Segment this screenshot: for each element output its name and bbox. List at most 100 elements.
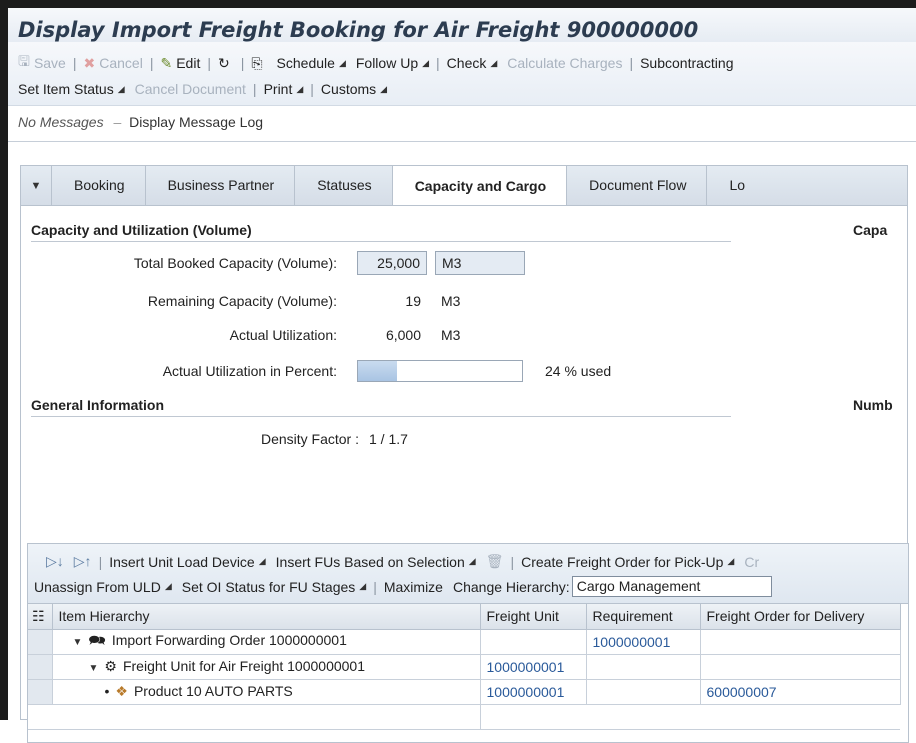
schedule-menu[interactable]: Schedule ◢	[277, 55, 346, 71]
save-label: Save	[33, 55, 66, 71]
capacity-section-title: Capacity and Utilization (Volume)	[31, 222, 252, 238]
table-toolbar: ▷↓ ▷↑ | Insert Unit Load Device ◢ Insert…	[28, 544, 908, 604]
sort-descending-icon[interactable]: ▷↑	[74, 553, 92, 570]
tab-document-flow[interactable]: Document Flow	[566, 166, 706, 205]
cancel-document-button[interactable]: Cancel Document	[135, 81, 246, 97]
requirement-cell	[586, 654, 701, 680]
column-header-freight-unit[interactable]: Freight Unit	[480, 604, 587, 630]
toolbar-separator: |	[510, 553, 515, 570]
tab-statuses[interactable]: Statuses	[294, 166, 391, 205]
order-document-icon: 🗪	[88, 631, 106, 648]
item-label: Import Forwarding Order 1000000001	[111, 631, 347, 648]
dropdown-arrow-icon: ◢	[117, 83, 125, 94]
change-hierarchy-select[interactable]: Cargo Management	[571, 576, 772, 597]
insert-fus-menu[interactable]: Insert FUs Based on Selection ◢	[276, 554, 476, 570]
tab-capacity-and-cargo[interactable]: Capacity and Cargo	[391, 166, 567, 205]
edit-label: Edit	[176, 55, 201, 71]
freight-unit-link[interactable]: 1000000001	[480, 679, 587, 705]
column-header-requirement[interactable]: Requirement	[586, 604, 701, 630]
cargo-hierarchy-table: ▷↓ ▷↑ | Insert Unit Load Device ◢ Insert…	[27, 543, 909, 743]
toolbar-separator: |	[629, 55, 634, 71]
freight-unit-link[interactable]: 1000000001	[480, 654, 587, 680]
sort-ascending-icon[interactable]: ▷↓	[46, 553, 64, 570]
subcontracting-menu[interactable]: Subcontracting	[640, 55, 733, 71]
set-oi-status-menu[interactable]: Set OI Status for FU Stages ◢	[182, 579, 366, 595]
follow-up-menu[interactable]: Follow Up ◢	[356, 55, 429, 71]
cancel-button[interactable]: ✖ Cancel	[84, 55, 143, 72]
refresh-button[interactable]: ↻	[218, 55, 234, 72]
message-bar: No Messages – Display Message Log	[8, 106, 916, 142]
toolbar-separator: |	[98, 553, 103, 570]
pencil-icon: ✎	[160, 54, 173, 71]
check-menu[interactable]: Check ◢	[447, 55, 498, 71]
calculate-charges-label: Calculate Charges	[507, 55, 623, 71]
row-selector[interactable]	[28, 629, 53, 655]
fo-delivery-cell	[700, 629, 901, 655]
save-icon: 🖫	[18, 53, 30, 69]
calculate-charges-button[interactable]: Calculate Charges	[507, 55, 622, 71]
capacity-panel: Capacity and Utilization (Volume) Capa T…	[20, 205, 909, 743]
copy-button[interactable]: ⎘	[251, 55, 266, 72]
row-selector[interactable]	[28, 679, 53, 705]
tab-area: ▼ Booking Business Partner Statuses Capa…	[20, 165, 909, 743]
general-section-title: General Information	[31, 397, 165, 413]
dropdown-arrow-icon: ◢	[359, 581, 367, 591]
table-row[interactable]: ▼ 🗪 Import Forwarding Order 1000000001 100…	[28, 629, 901, 655]
copy-icon: ⎘	[251, 54, 263, 71]
customs-menu[interactable]: Customs ◢	[321, 81, 387, 97]
dropdown-arrow-icon: ◢	[468, 556, 476, 566]
unassign-uld-menu[interactable]: Unassign From ULD ◢	[34, 579, 172, 595]
dropdown-arrow-icon: ◢	[338, 57, 346, 68]
remaining-capacity-label: Remaining Capacity (Volume):	[147, 293, 337, 309]
row-selector[interactable]	[28, 654, 53, 680]
unassign-uld-label: Unassign From ULD	[34, 578, 161, 595]
tab-menu-chevron-down-icon[interactable]: ▼	[21, 166, 51, 205]
print-label: Print	[263, 81, 293, 97]
save-button[interactable]: 🖫 Save	[18, 51, 66, 75]
create-fo-pickup-label: Create Freight Order for Pick-Up	[521, 553, 724, 570]
dropdown-arrow-icon: ◢	[164, 581, 172, 591]
utilization-percent-label: Actual Utilization in Percent:	[162, 363, 337, 379]
cancel-label: Cancel	[99, 55, 143, 71]
requirement-link[interactable]: 1000000001	[586, 629, 701, 655]
table-row[interactable]: • ❖ Product 10 AUTO PARTS 1000000001 60000…	[28, 679, 901, 705]
toolbar-separator: |	[436, 55, 440, 71]
insert-uld-menu[interactable]: Insert Unit Load Device ◢	[109, 554, 265, 570]
tab-lo[interactable]: Lo	[706, 166, 765, 205]
actual-utilization-unit: M3	[441, 327, 461, 343]
column-settings-icon[interactable]: ☷	[28, 604, 53, 630]
dropdown-arrow-icon: ◢	[727, 556, 735, 566]
truncated-toolbar-item[interactable]: Cr	[744, 554, 759, 570]
tab-business-partner[interactable]: Business Partner	[144, 166, 295, 205]
set-oi-status-label: Set OI Status for FU Stages	[181, 578, 356, 595]
maximize-button[interactable]: Maximize	[384, 579, 443, 595]
print-menu[interactable]: Print ◢	[264, 81, 304, 97]
edit-button[interactable]: ✎ Edit	[160, 55, 200, 72]
column-header-item-hierarchy[interactable]: Item Hierarchy	[52, 604, 481, 630]
expand-arrow-icon[interactable]: ▼	[89, 663, 99, 674]
delete-icon[interactable]: 🗑	[486, 553, 504, 570]
create-fo-pickup-menu[interactable]: Create Freight Order for Pick-Up ◢	[521, 554, 734, 570]
toolbar-separator: |	[207, 55, 211, 71]
tab-booking[interactable]: Booking	[51, 166, 145, 205]
title-bar: Display Import Freight Booking for Air F…	[8, 8, 916, 42]
toolbar-separator: |	[252, 81, 257, 97]
freight-unit-icon: ⚙	[104, 658, 117, 674]
section-divider	[31, 241, 731, 242]
set-item-status-menu[interactable]: Set Item Status ◢	[18, 81, 125, 97]
product-icon: ❖	[115, 683, 128, 699]
insert-fus-label: Insert FUs Based on Selection	[275, 553, 465, 570]
column-header-fo-delivery[interactable]: Freight Order for Delivery	[700, 604, 901, 630]
total-booked-capacity-field: 25,000	[357, 251, 427, 275]
dropdown-arrow-icon: ◢	[380, 83, 388, 94]
fo-delivery-link[interactable]: 600000007	[700, 679, 901, 705]
schedule-label: Schedule	[276, 55, 335, 71]
table-row[interactable]: ▼ ⚙ Freight Unit for Air Freight 100000000…	[28, 654, 901, 680]
table-header-row: ☷ Item Hierarchy Freight Unit Requiremen…	[28, 604, 901, 630]
expand-arrow-icon[interactable]: ▼	[73, 637, 83, 648]
density-factor-label: Density Factor :	[260, 431, 359, 447]
display-message-log-link[interactable]: Display Message Log	[129, 114, 263, 130]
density-factor-value: 1 / 1.7	[369, 431, 408, 447]
utilization-percent-text: 24 % used	[545, 363, 612, 379]
utilization-progress-bar	[357, 360, 523, 382]
